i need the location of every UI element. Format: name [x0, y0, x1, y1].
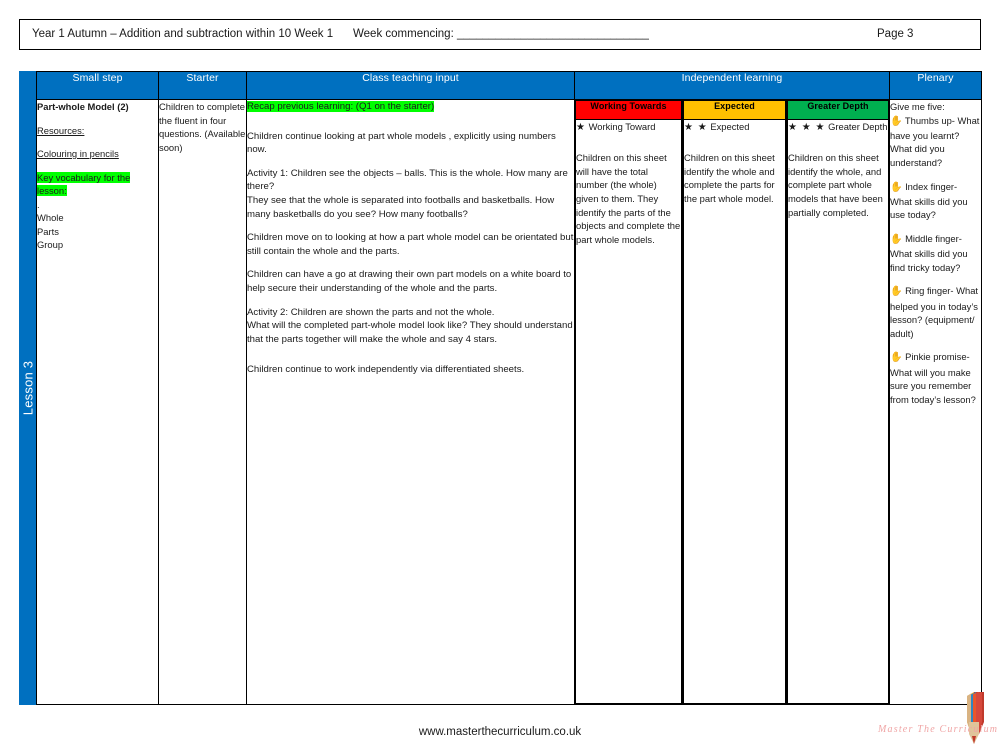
band-body-working-towards: ★ Working Toward Children on this sheet …: [575, 119, 682, 704]
column-header-small-step: Small step: [36, 71, 159, 100]
hand-icon: ✋: [890, 115, 903, 127]
band-text-greater-depth: Children on this sheet identify the whol…: [788, 152, 883, 218]
cell-greater-depth: Greater Depth ★ ★ ★ Greater Depth Childr…: [786, 99, 890, 705]
column-header-independent-learning: Independent learning: [574, 71, 890, 100]
band-text-expected: Children on this sheet identify the whol…: [684, 152, 775, 204]
small-step-title: Part-whole Model (2): [37, 101, 129, 112]
star-label-greater-depth: Greater Depth: [828, 121, 888, 132]
brand-logo: Master The Curriculum: [878, 692, 999, 746]
vocab-item-group: Group: [37, 239, 64, 251]
plenary-intro: Give me five:: [890, 101, 945, 112]
lesson-plan-table: Small step Starter Class teaching input …: [36, 71, 982, 705]
plenary-item-middle-finger: ✋ Middle finger- What skills did you fin…: [890, 232, 981, 274]
hand-icon: ✋: [890, 286, 903, 298]
plenary-item-pinkie-promise: ✋ Pinkie promise- What will you make sur…: [890, 350, 981, 406]
cell-small-step: Part-whole Model (2) Resources: Colourin…: [36, 99, 159, 705]
column-header-class-teaching-input: Class teaching input: [246, 71, 575, 100]
plenary-item-index-finger: ✋ Index finger- What skills did you use …: [890, 180, 981, 222]
cell-plenary: Give me five: ✋ Thumbs up- What have you…: [889, 99, 982, 705]
resource-item: Colouring in pencils: [37, 148, 119, 160]
header-title: Year 1 Autumn – Addition and subtraction…: [32, 28, 334, 40]
plenary-item-label: Thumbs up- What have you learnt? What di…: [890, 114, 980, 168]
footer-website-url: www.masterthecurriculum.co.uk: [418, 726, 582, 738]
band-body-greater-depth: ★ ★ ★ Greater Depth Children on this she…: [787, 119, 889, 704]
band-header-working-towards: Working Towards: [575, 100, 682, 120]
vocab-bullet: .: [37, 198, 40, 210]
plenary-item-label: Pinkie promise- What will you make sure …: [890, 351, 976, 405]
resources-label: Resources:: [37, 124, 85, 136]
star-label-working-towards: Working Toward: [588, 121, 656, 132]
band-header-expected: Expected: [683, 100, 786, 120]
header-week-commencing: Week commencing: _______________________…: [353, 28, 649, 40]
star-label-expected: Expected: [710, 121, 750, 132]
star-rating-working-towards: ★: [576, 122, 586, 133]
recap-previous-learning: Recap previous learning: (Q1 on the star…: [247, 101, 435, 112]
plenary-item-label: Ring finger- What helped you in today’s …: [890, 285, 979, 339]
band-header-greater-depth: Greater Depth: [787, 100, 889, 120]
band-body-expected: ★ ★ Expected Children on this sheet iden…: [683, 119, 786, 704]
pencil-logo-icon: [967, 692, 984, 744]
vocab-item-parts: Parts: [37, 225, 59, 237]
lesson-tab-label: Lesson 3: [20, 360, 35, 416]
hand-icon: ✋: [890, 352, 903, 364]
starter-text: Children to complete the fluent in four …: [159, 101, 246, 153]
lesson-tab: Lesson 3: [19, 71, 36, 705]
brand-wordmark: Master The Curriculum: [878, 724, 999, 735]
hand-icon: ✋: [890, 181, 903, 193]
plenary-item-label: Index finger- What skills did you use to…: [890, 180, 968, 221]
teaching-paragraph-3: Children move on to looking at how a par…: [247, 232, 574, 257]
teaching-paragraph-1: Children continue looking at part whole …: [247, 130, 556, 156]
teaching-paragraph-2: Activity 1: Children see the objects – b…: [247, 167, 568, 220]
cell-starter: Children to complete the fluent in four …: [158, 99, 247, 705]
plenary-item-label: Middle finger- What skills did you find …: [890, 232, 968, 273]
plenary-item-ring-finger: ✋ Ring finger- What helped you in today’…: [890, 284, 981, 340]
header-page-number: Page 3: [877, 28, 914, 40]
document-header-bar: Year 1 Autumn – Addition and subtraction…: [19, 19, 981, 50]
vocab-item-whole: Whole: [37, 212, 64, 224]
key-vocabulary-label: Key vocabulary for the lesson:: [37, 171, 131, 197]
table-header-row: Small step Starter Class teaching input …: [36, 71, 982, 100]
teaching-paragraph-5: Activity 2: Children are shown the parts…: [247, 306, 573, 345]
column-header-plenary: Plenary: [889, 71, 982, 100]
star-rating-expected: ★ ★: [684, 122, 708, 133]
teaching-paragraph-6: Children continue to work independently …: [247, 363, 525, 375]
teaching-paragraph-4: Children can have a go at drawing their …: [247, 269, 572, 295]
hand-icon: ✋: [890, 233, 903, 245]
plenary-item-thumbs-up: ✋ Thumbs up- What have you learnt? What …: [890, 114, 981, 170]
column-header-starter: Starter: [158, 71, 247, 100]
star-rating-greater-depth: ★ ★ ★: [788, 122, 826, 133]
table-content-row: Part-whole Model (2) Resources: Colourin…: [36, 99, 982, 705]
cell-expected: Expected ★ ★ Expected Children on this s…: [682, 99, 787, 705]
cell-working-towards: Working Towards ★ Working Toward Childre…: [574, 99, 683, 705]
band-text-working-towards: Children on this sheet will have the tot…: [576, 152, 681, 245]
cell-class-teaching-input: Recap previous learning: (Q1 on the star…: [246, 99, 575, 705]
